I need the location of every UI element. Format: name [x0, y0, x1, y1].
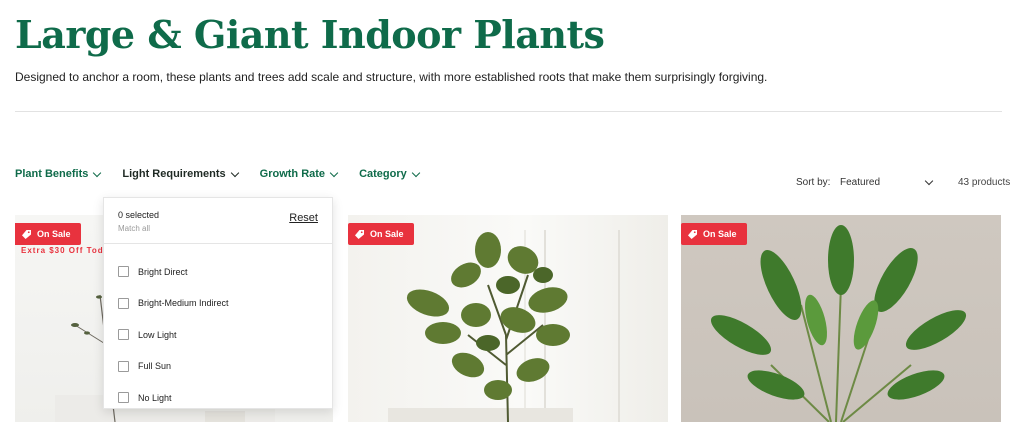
chevron-down-icon	[93, 168, 102, 177]
sort-select[interactable]: Featured	[840, 176, 940, 188]
option-label: Bright Direct	[138, 266, 188, 277]
filter-category[interactable]: Category	[359, 168, 420, 180]
checkbox[interactable]	[118, 266, 129, 278]
sort-label: Sort by:	[796, 177, 831, 188]
option-no-light[interactable]: No Light	[118, 382, 229, 414]
chevron-down-icon	[329, 168, 339, 177]
option-bright-direct[interactable]: Bright Direct	[118, 256, 229, 288]
option-low-light[interactable]: Low Light	[118, 319, 229, 351]
divider	[15, 111, 1002, 112]
checkbox[interactable]	[118, 392, 129, 404]
sale-badge-label: On Sale	[703, 229, 737, 239]
sale-badge: On Sale	[681, 223, 747, 245]
match-mode: Match all	[118, 224, 151, 233]
option-label: Low Light	[138, 329, 177, 340]
product-card[interactable]: On Sale	[681, 215, 1001, 422]
sale-badge: On Sale	[15, 223, 81, 245]
option-label: No Light	[138, 392, 172, 403]
sale-badge: On Sale	[348, 223, 414, 245]
filter-label: Light Requirements	[122, 168, 226, 180]
sale-badge-label: On Sale	[370, 229, 404, 239]
product-image	[388, 230, 620, 422]
chevron-down-icon	[230, 168, 239, 177]
tag-icon	[22, 229, 31, 239]
page-description: Designed to anchor a room, these plants …	[15, 70, 768, 84]
product-count: 43 products	[958, 177, 1011, 188]
filter-label: Plant Benefits	[15, 168, 89, 180]
option-full-sun[interactable]: Full Sun	[118, 351, 229, 383]
checkbox[interactable]	[118, 329, 129, 341]
filter-bar: Plant Benefits Light Requirements Growth…	[15, 168, 441, 180]
option-bright-medium-indirect[interactable]: Bright-Medium Indirect	[118, 288, 229, 320]
dropdown-options: Bright Direct Bright-Medium Indirect Low…	[118, 256, 229, 414]
reset-button[interactable]: Reset	[289, 212, 318, 224]
option-label: Full Sun	[138, 361, 172, 372]
product-image	[710, 225, 967, 422]
filter-label: Category	[359, 168, 407, 180]
sort-value: Featured	[840, 177, 881, 188]
sale-badge-label: On Sale	[37, 229, 71, 239]
dropdown-header: 0 selected Match all	[118, 210, 159, 233]
chevron-down-icon	[924, 176, 934, 186]
filter-plant-benefits[interactable]: Plant Benefits	[15, 168, 102, 180]
promo-text: Extra $30 Off Toda	[21, 246, 110, 255]
page-title: Large & Giant Indoor Plants	[15, 12, 605, 57]
checkbox[interactable]	[118, 360, 129, 372]
tag-icon	[688, 229, 697, 239]
filter-growth-rate[interactable]: Growth Rate	[259, 168, 339, 180]
selected-count: 0 selected	[118, 210, 160, 220]
option-label: Bright-Medium Indirect	[138, 298, 229, 309]
light-requirements-dropdown: 0 selected Match all Reset Bright Direct…	[103, 197, 333, 409]
chevron-down-icon	[411, 168, 420, 177]
dropdown-divider	[104, 243, 332, 244]
checkbox[interactable]	[118, 297, 129, 309]
product-card[interactable]: On Sale	[348, 215, 668, 422]
filter-label: Growth Rate	[259, 168, 326, 180]
tag-icon	[355, 229, 364, 239]
filter-light-requirements[interactable]: Light Requirements	[122, 168, 239, 180]
